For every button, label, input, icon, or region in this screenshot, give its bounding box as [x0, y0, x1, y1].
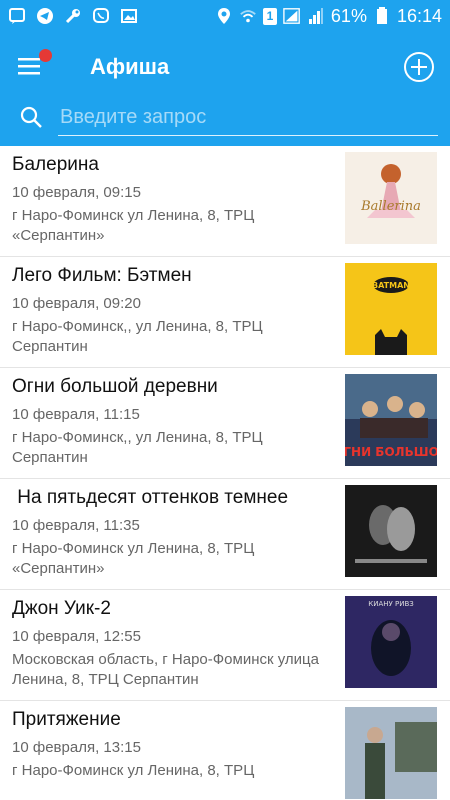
- event-poster[interactable]: Ballerina: [345, 152, 437, 244]
- event-date: 10 февраля, 09:20: [12, 295, 141, 312]
- event-place: г Наро-Фоминск ул Ленина, 8, ТРЦ: [12, 762, 255, 779]
- event-date: 10 февраля, 12:55: [12, 628, 141, 645]
- gallery-icon: [120, 7, 138, 25]
- event-poster[interactable]: КИАНУ РИВЗ: [345, 596, 437, 688]
- event-title: На пятьдесят оттенков темнее: [12, 487, 289, 508]
- message-icon: [8, 7, 26, 25]
- add-button[interactable]: [402, 50, 436, 84]
- poster-text: ОГНИ БОЛЬШОЙ: [345, 444, 437, 459]
- plus-circle-icon: [404, 52, 434, 82]
- app-toolbar: Афиша: [0, 32, 450, 146]
- event-poster[interactable]: ОГНИ БОЛЬШОЙ: [345, 374, 437, 466]
- event-place: г Наро-Фоминск ул Ленина, 8, ТРЦ «Серпан…: [12, 540, 255, 577]
- battery-icon: [373, 7, 391, 25]
- wrench-icon: [64, 7, 82, 25]
- events-list: Балерина 10 февраля, 09:15 г Наро-Фоминс…: [0, 146, 450, 800]
- event-title: Джон Уик-2: [12, 598, 111, 619]
- sim-indicator: 1: [262, 7, 277, 25]
- search-icon[interactable]: [18, 104, 44, 130]
- system-icons: 1 61% 16:14: [215, 6, 442, 27]
- signal-bars-icon: [307, 7, 325, 25]
- poster-text: Ballerina: [360, 199, 421, 214]
- telegram-icon: [36, 7, 54, 25]
- viber-icon: [92, 7, 110, 25]
- list-item[interactable]: На пятьдесят оттенков темнее 10 февраля,…: [0, 479, 450, 590]
- list-item[interactable]: Притяжение 10 февраля, 13:15 г Наро-Фоми…: [0, 701, 450, 800]
- event-place: г Наро-Фоминск ул Ленина, 8, ТРЦ «Серпан…: [12, 207, 255, 244]
- event-place: Московская область, г Наро-Фоминск улица…: [12, 651, 319, 688]
- wifi-icon: [239, 7, 257, 25]
- event-title: Балерина: [12, 154, 99, 175]
- battery-percent: 61%: [330, 5, 367, 26]
- event-poster[interactable]: BATMAN: [345, 263, 437, 355]
- poster-text: КИАНУ РИВЗ: [368, 600, 414, 608]
- location-icon: [215, 7, 233, 25]
- signal-icon: [283, 7, 301, 25]
- event-date: 10 февраля, 11:35: [12, 517, 140, 534]
- event-date: 10 февраля, 13:15: [12, 739, 141, 756]
- notification-icons: [8, 7, 215, 25]
- event-date: 10 февраля, 11:15: [12, 406, 140, 423]
- poster-text: BATMAN: [372, 281, 410, 290]
- menu-button[interactable]: [14, 48, 52, 84]
- list-item[interactable]: Лего Фильм: Бэтмен 10 февраля, 09:20 г Н…: [0, 257, 450, 368]
- event-title: Лего Фильм: Бэтмен: [12, 265, 192, 286]
- list-item[interactable]: Огни большой деревни 10 февраля, 11:15 г…: [0, 368, 450, 479]
- event-title: Огни большой деревни: [12, 376, 218, 397]
- event-place: г Наро-Фоминск,, ул Ленина, 8, ТРЦ Серпа…: [12, 429, 263, 466]
- page-title: Афиша: [90, 54, 170, 79]
- search-input[interactable]: [58, 100, 438, 136]
- event-title: Притяжение: [12, 709, 121, 730]
- event-poster[interactable]: [345, 485, 437, 577]
- notification-badge: [39, 49, 52, 62]
- clock: 16:14: [396, 5, 442, 26]
- event-poster[interactable]: [345, 707, 437, 799]
- list-item[interactable]: Балерина 10 февраля, 09:15 г Наро-Фоминс…: [0, 146, 450, 257]
- event-place: г Наро-Фоминск,, ул Ленина, 8, ТРЦ Серпа…: [12, 318, 263, 355]
- event-date: 10 февраля, 09:15: [12, 184, 141, 201]
- status-bar: 1 61% 16:14: [0, 0, 450, 32]
- list-item[interactable]: Джон Уик-2 10 февраля, 12:55 Московская …: [0, 590, 450, 701]
